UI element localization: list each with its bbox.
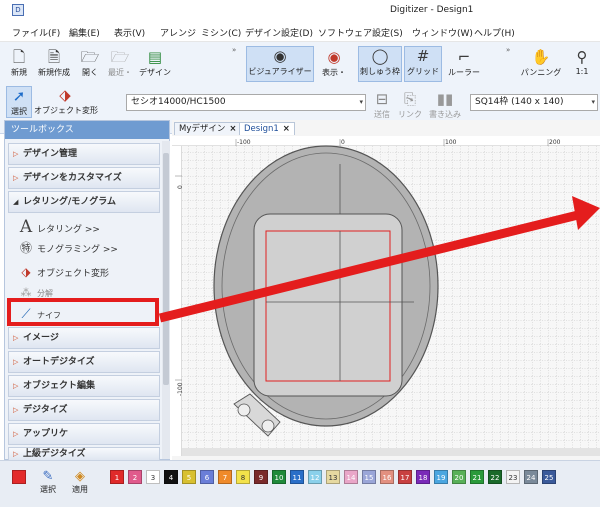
color-bar: ✎ 選択 ◈ 適用 1 2 3 4 5 6 7 8 9 10 11 12 13 … <box>0 460 600 507</box>
annotation-arrowhead-icon <box>572 196 600 230</box>
color-swatch[interactable]: 5 <box>182 470 196 484</box>
color-swatch[interactable]: 24 <box>524 470 538 484</box>
color-swatch[interactable]: 11 <box>290 470 304 484</box>
select-color-button[interactable]: ✎ 選択 <box>40 469 56 495</box>
apply-color-button[interactable]: ◈ 適用 <box>72 469 88 495</box>
color-swatch[interactable]: 16 <box>380 470 394 484</box>
paint-bucket-icon: ◈ <box>75 469 85 484</box>
color-swatch[interactable]: 22 <box>488 470 502 484</box>
color-swatch[interactable]: 19 <box>434 470 448 484</box>
color-swatch[interactable]: 25 <box>542 470 556 484</box>
color-swatch[interactable]: 15 <box>362 470 376 484</box>
color-swatch[interactable]: 18 <box>416 470 430 484</box>
color-swatch[interactable]: 17 <box>398 470 412 484</box>
color-swatch[interactable]: 6 <box>200 470 214 484</box>
color-swatch[interactable]: 20 <box>452 470 466 484</box>
annotation-arrow-line <box>158 209 584 323</box>
color-swatch[interactable]: 13 <box>326 470 340 484</box>
color-swatch[interactable]: 12 <box>308 470 322 484</box>
current-color-swatch[interactable] <box>12 470 26 484</box>
color-swatch[interactable]: 14 <box>344 470 358 484</box>
color-swatch[interactable]: 1 <box>110 470 124 484</box>
color-swatch[interactable]: 7 <box>218 470 232 484</box>
annotation-overlay <box>158 196 600 323</box>
color-swatch[interactable]: 9 <box>254 470 268 484</box>
color-swatch[interactable]: 23 <box>506 470 520 484</box>
color-swatch[interactable]: 4 <box>164 470 178 484</box>
eyedropper-icon: ✎ <box>42 469 54 484</box>
color-swatch[interactable]: 2 <box>128 470 142 484</box>
knife-highlight-box <box>7 298 159 326</box>
color-swatch[interactable]: 3 <box>146 470 160 484</box>
color-swatch[interactable]: 8 <box>236 470 250 484</box>
color-swatch[interactable]: 21 <box>470 470 484 484</box>
color-swatch[interactable]: 10 <box>272 470 286 484</box>
